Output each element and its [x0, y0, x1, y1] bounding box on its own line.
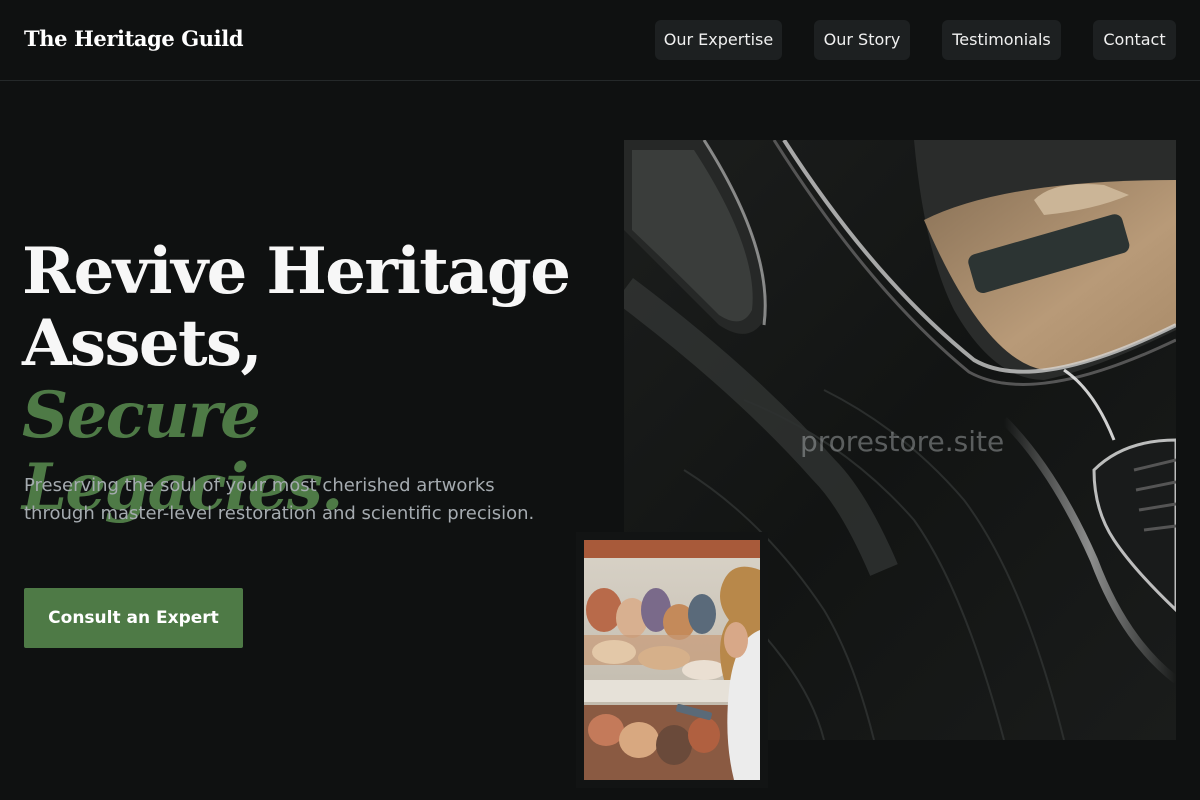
nav-testimonials[interactable]: Testimonials	[942, 20, 1061, 60]
fresco-illustration	[584, 540, 760, 780]
nav-contact[interactable]: Contact	[1093, 20, 1176, 60]
nav-our-story[interactable]: Our Story	[814, 20, 910, 60]
watermark-text: prorestore.site	[800, 425, 1005, 458]
site-header: The Heritage Guild Our Expertise Our Sto…	[0, 0, 1200, 81]
nav-our-expertise[interactable]: Our Expertise	[655, 20, 782, 60]
hero-subtitle: Preserving the soul of your most cherish…	[24, 475, 535, 524]
hero-title-line-1: Revive Heritage	[22, 234, 571, 309]
hero-fresco-image	[584, 540, 760, 780]
hero-title-line-2: Assets,	[22, 306, 263, 381]
consult-expert-button[interactable]: Consult an Expert	[24, 588, 243, 648]
brand-logo[interactable]: The Heritage Guild	[24, 26, 244, 51]
